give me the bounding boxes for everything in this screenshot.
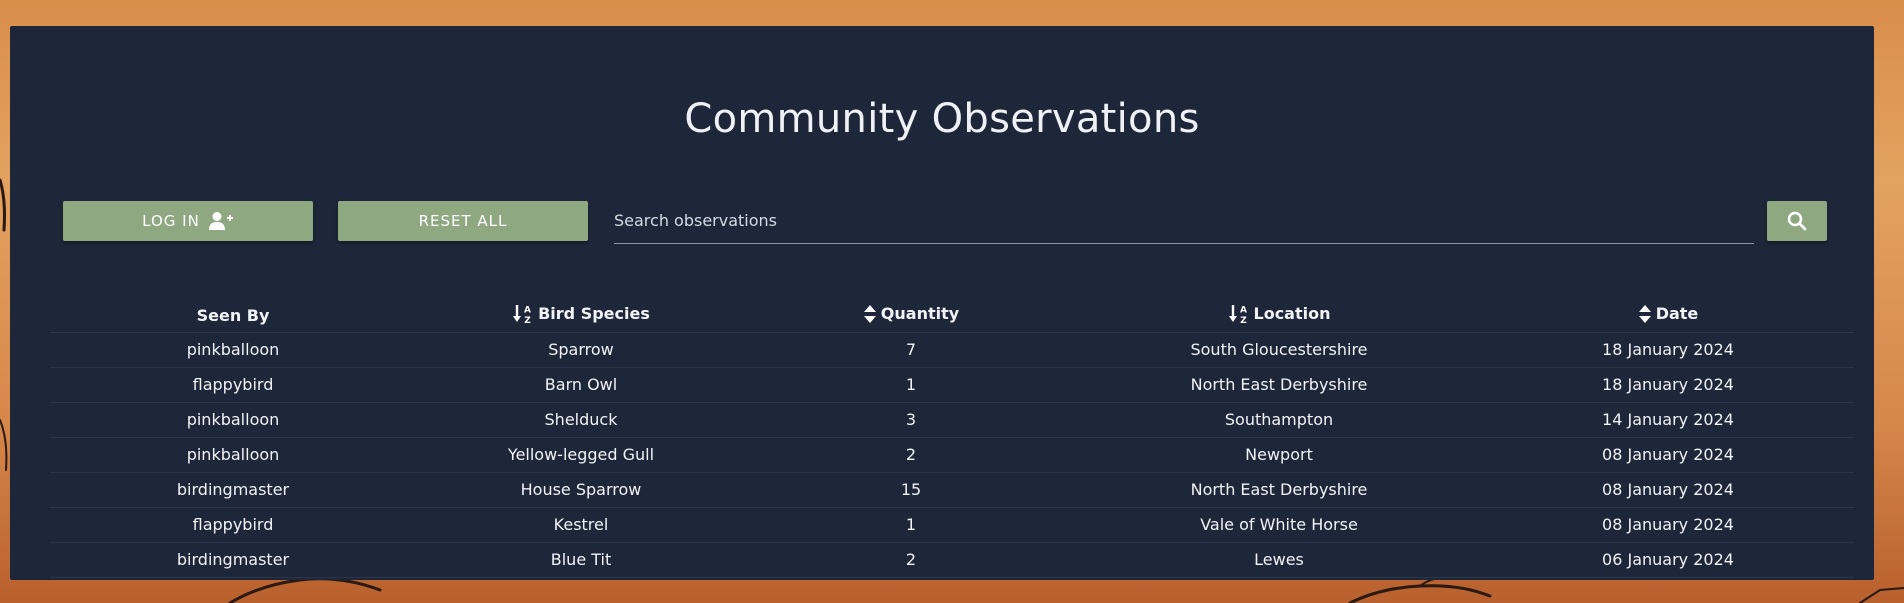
cell-seen-by: flappybird — [50, 507, 416, 543]
cell-date: 18 January 2024 — [1482, 332, 1854, 368]
observations-panel: Community Observations LOG IN RESET ALL … — [10, 26, 1874, 580]
search-input[interactable] — [614, 198, 1754, 243]
cell-quantity: 1 — [746, 507, 1076, 543]
cell-date: 14 January 2024 — [1482, 402, 1854, 438]
cell-seen-by: flappybird — [50, 367, 416, 403]
cell-bird-species: Kestrel — [416, 507, 746, 543]
cell-location: North East Derbyshire — [1076, 472, 1482, 508]
cell-date: 08 January 2024 — [1482, 507, 1854, 543]
cell-location: South Gloucestershire — [1076, 332, 1482, 368]
table-row: pinkballoon Yellow-legged Gull 2 Newport… — [50, 437, 1854, 473]
sort-icon — [1638, 304, 1651, 323]
cell-seen-by: pinkballoon — [50, 402, 416, 438]
svg-text:A: A — [1240, 305, 1247, 315]
search-button[interactable] — [1767, 201, 1827, 241]
cell-bird-species: Yellow-legged Gull — [416, 437, 746, 473]
column-label: Seen By — [196, 306, 270, 326]
cell-bird-species: Sparrow — [416, 332, 746, 368]
search-icon — [1787, 211, 1807, 231]
cell-bird-species: Blue Tit — [416, 542, 746, 578]
cell-location: North East Derbyshire — [1076, 367, 1482, 403]
column-label: Date — [1655, 304, 1699, 324]
cell-quantity: 2 — [746, 542, 1076, 578]
table-row: birdingmaster Blue Tit 2 Lewes 06 Januar… — [50, 542, 1854, 578]
login-button[interactable]: LOG IN — [63, 201, 313, 241]
reset-all-button[interactable]: RESET ALL — [338, 201, 588, 241]
cell-quantity: 2 — [746, 437, 1076, 473]
cell-seen-by: birdingmaster — [50, 542, 416, 578]
column-label: Location — [1253, 304, 1331, 324]
svg-text:Z: Z — [1240, 316, 1247, 324]
column-label: Quantity — [880, 304, 960, 324]
table-row: flappybird Kestrel 1 Vale of White Horse… — [50, 507, 1854, 543]
cell-quantity: 15 — [746, 472, 1076, 508]
cell-quantity: 3 — [746, 402, 1076, 438]
column-header-date[interactable]: Date — [1482, 300, 1854, 333]
table-row: flappybird Barn Owl 1 North East Derbysh… — [50, 367, 1854, 403]
column-header-bird-species[interactable]: A Z Bird Species — [416, 300, 746, 333]
cell-bird-species: Barn Owl — [416, 367, 746, 403]
user-plus-icon — [208, 212, 233, 230]
column-header-quantity[interactable]: Quantity — [746, 300, 1076, 333]
table-row: pinkballoon Sparrow 7 South Gloucestersh… — [50, 332, 1854, 368]
cell-location: Lewes — [1076, 542, 1482, 578]
sort-alpha-down-icon: A Z — [513, 304, 531, 324]
cell-quantity: 7 — [746, 332, 1076, 368]
svg-text:A: A — [524, 305, 531, 315]
column-label: Bird Species — [538, 304, 650, 324]
column-header-location[interactable]: A Z Location — [1076, 300, 1482, 333]
page-title: Community Observations — [684, 96, 1200, 142]
column-header-seen-by[interactable]: Seen By — [50, 300, 416, 333]
observations-table: Seen By A Z Bird Species Quantity A Z Lo… — [50, 300, 1854, 578]
search-field — [614, 198, 1754, 244]
reset-all-button-label: RESET ALL — [418, 212, 508, 230]
cell-seen-by: birdingmaster — [50, 472, 416, 508]
sort-icon — [863, 304, 876, 323]
cell-date: 06 January 2024 — [1482, 542, 1854, 578]
sort-alpha-down-icon: A Z — [1228, 304, 1247, 324]
cell-quantity: 1 — [746, 367, 1076, 403]
cell-bird-species: Shelduck — [416, 402, 746, 438]
cell-location: Vale of White Horse — [1076, 507, 1482, 543]
svg-text:Z: Z — [524, 316, 531, 324]
cell-date: 08 January 2024 — [1482, 472, 1854, 508]
cell-bird-species: House Sparrow — [416, 472, 746, 508]
cell-seen-by: pinkballoon — [50, 332, 416, 368]
cell-date: 08 January 2024 — [1482, 437, 1854, 473]
table-row: pinkballoon Shelduck 3 Southampton 14 Ja… — [50, 402, 1854, 438]
cell-location: Newport — [1076, 437, 1482, 473]
login-button-label: LOG IN — [142, 212, 200, 230]
table-header-row: Seen By A Z Bird Species Quantity A Z Lo… — [50, 300, 1854, 333]
table-row: birdingmaster House Sparrow 15 North Eas… — [50, 472, 1854, 508]
cell-seen-by: pinkballoon — [50, 437, 416, 473]
cell-location: Southampton — [1076, 402, 1482, 438]
cell-date: 18 January 2024 — [1482, 367, 1854, 403]
